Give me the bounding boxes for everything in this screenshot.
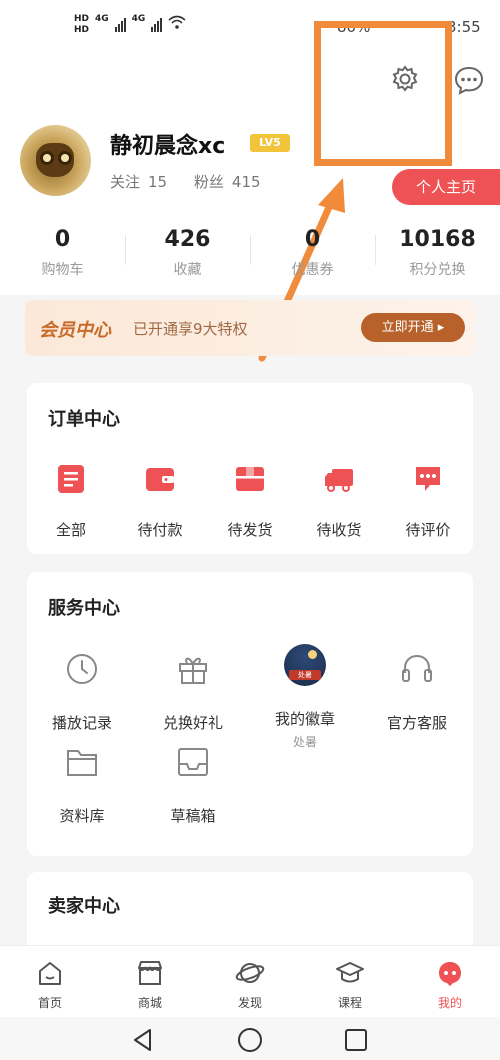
personal-homepage-button[interactable]: 个人主页 (392, 169, 500, 205)
username: 静初晨念xc (110, 134, 226, 159)
avatar[interactable] (20, 125, 91, 196)
list-icon (58, 465, 84, 493)
tab-label: 商城 (137, 996, 162, 1010)
order-item-label: 待付款 (137, 521, 183, 539)
vip-description: 已开通享9大特权 (133, 320, 248, 338)
inbox-icon (178, 748, 208, 776)
graduation-cap-icon (336, 962, 364, 983)
badge-moon (308, 650, 317, 659)
truck-icon (325, 469, 353, 492)
tab-mine[interactable]: 我的 (400, 946, 500, 1017)
follow-label[interactable]: 关注 (110, 173, 140, 191)
wallet-icon (146, 468, 174, 491)
tab-courses[interactable]: 课程 (300, 946, 400, 1017)
stat-value: 426 (164, 227, 211, 252)
headset-icon (402, 654, 432, 682)
signal-icon-2 (151, 14, 163, 32)
service-item-sublabel: 处暑 (292, 735, 317, 749)
stat-value: 0 (304, 227, 321, 252)
service-item-label: 兑换好礼 (162, 714, 223, 732)
badge-icon: 处暑 (284, 644, 326, 686)
hd-label-2: HD (74, 25, 90, 35)
network-label-1: 4G (95, 14, 109, 24)
avatar-eye-right (58, 151, 72, 165)
service-library[interactable]: 资料库 (37, 745, 127, 826)
service-center-title: 服务中心 (48, 598, 120, 619)
order-pending-shipment[interactable]: 待发货 (215, 463, 285, 540)
stat-value: 0 (54, 227, 71, 252)
seller-center-title: 卖家中心 (48, 896, 120, 917)
fans-label[interactable]: 粉丝 (194, 173, 224, 191)
clock-time: 3:55 (447, 18, 481, 36)
stat-favorites[interactable]: 426 收藏 (125, 225, 250, 285)
home-icon (39, 962, 61, 985)
stat-cart[interactable]: 0 购物车 (0, 225, 125, 285)
fans-count[interactable]: 415 (232, 173, 261, 191)
stat-value: 10168 (399, 227, 476, 252)
stat-label: 购物车 (41, 262, 84, 278)
order-center-card: 订单中心 全部 待付款 待发货 待收货 待评价 (27, 383, 473, 554)
service-center-card: 服务中心 播放记录 兑换好礼 处暑 我的徽章 处暑 官方客服 资料库 草稿箱 (27, 572, 473, 856)
home-circle-icon[interactable] (237, 1027, 263, 1053)
shop-icon (138, 961, 162, 985)
profile-icon (439, 962, 461, 986)
order-item-label: 全部 (55, 521, 86, 539)
stat-label: 收藏 (173, 262, 202, 278)
tab-label: 我的 (437, 996, 462, 1010)
hd-label-1: HD (74, 14, 90, 24)
gift-icon (179, 657, 207, 684)
vip-open-button[interactable]: 立即开通 ▸ (361, 313, 465, 342)
stats-row: 0 购物车 426 收藏 0 优惠券 10168 积分兑换 (0, 225, 500, 285)
level-badge: LV5 (250, 134, 290, 152)
bottom-tab-bar: 首页 商城 发现 课程 我的 (0, 945, 500, 1017)
tab-discover[interactable]: 发现 (200, 946, 300, 1017)
back-icon[interactable] (130, 1027, 156, 1053)
message-icon[interactable] (453, 64, 485, 96)
order-pending-payment[interactable]: 待付款 (125, 463, 195, 540)
box-icon (236, 467, 264, 491)
badge-tag: 处暑 (289, 670, 321, 680)
comment-icon (416, 467, 440, 491)
tab-shop[interactable]: 商城 (100, 946, 200, 1017)
service-customer-support[interactable]: 官方客服 (372, 652, 462, 733)
vip-banner[interactable]: 会员中心 已开通享9大特权 立即开通 ▸ (25, 300, 475, 356)
network-label-2: 4G (131, 14, 146, 24)
system-nav-bar (0, 1017, 500, 1060)
service-play-history[interactable]: 播放记录 (37, 652, 127, 733)
service-item-label: 资料库 (59, 807, 105, 825)
service-item-label: 播放记录 (51, 714, 112, 732)
order-item-label: 待发货 (227, 521, 273, 539)
order-item-label: 待评价 (405, 521, 451, 539)
service-item-label: 我的徽章 (274, 710, 335, 728)
signal-icon (114, 14, 126, 32)
service-redeem-gifts[interactable]: 兑换好礼 (148, 652, 238, 733)
order-pending-review[interactable]: 待评价 (393, 463, 463, 540)
stat-coupons[interactable]: 0 优惠券 (250, 225, 375, 285)
tab-label: 课程 (337, 996, 362, 1010)
service-item-label: 官方客服 (386, 714, 447, 732)
tab-home[interactable]: 首页 (0, 946, 100, 1017)
planet-icon (235, 963, 265, 983)
stat-label: 优惠券 (291, 262, 334, 278)
follow-count[interactable]: 15 (148, 173, 167, 191)
order-item-label: 待收货 (316, 521, 362, 539)
stat-points[interactable]: 10168 积分兑换 (375, 225, 500, 285)
follow-stats: 关注 15 粉丝 415 (110, 171, 269, 192)
service-item-label: 草稿箱 (170, 807, 216, 825)
tab-label: 发现 (237, 996, 262, 1010)
stat-label: 积分兑换 (409, 262, 466, 278)
order-pending-receipt[interactable]: 待收货 (304, 463, 374, 540)
service-my-badges[interactable]: 处暑 我的徽章 处暑 (260, 644, 350, 750)
order-center-title: 订单中心 (48, 409, 120, 430)
order-all[interactable]: 全部 (36, 463, 106, 540)
service-drafts[interactable]: 草稿箱 (148, 745, 238, 826)
folder-icon (67, 750, 97, 776)
avatar-eye-left (40, 151, 54, 165)
clock-icon (67, 654, 97, 684)
vip-title: 会员中心 (39, 320, 111, 341)
tab-label: 首页 (37, 996, 62, 1010)
wifi-icon (168, 15, 186, 29)
recent-apps-icon[interactable] (343, 1027, 369, 1053)
annotation-highlight-box (314, 21, 452, 166)
